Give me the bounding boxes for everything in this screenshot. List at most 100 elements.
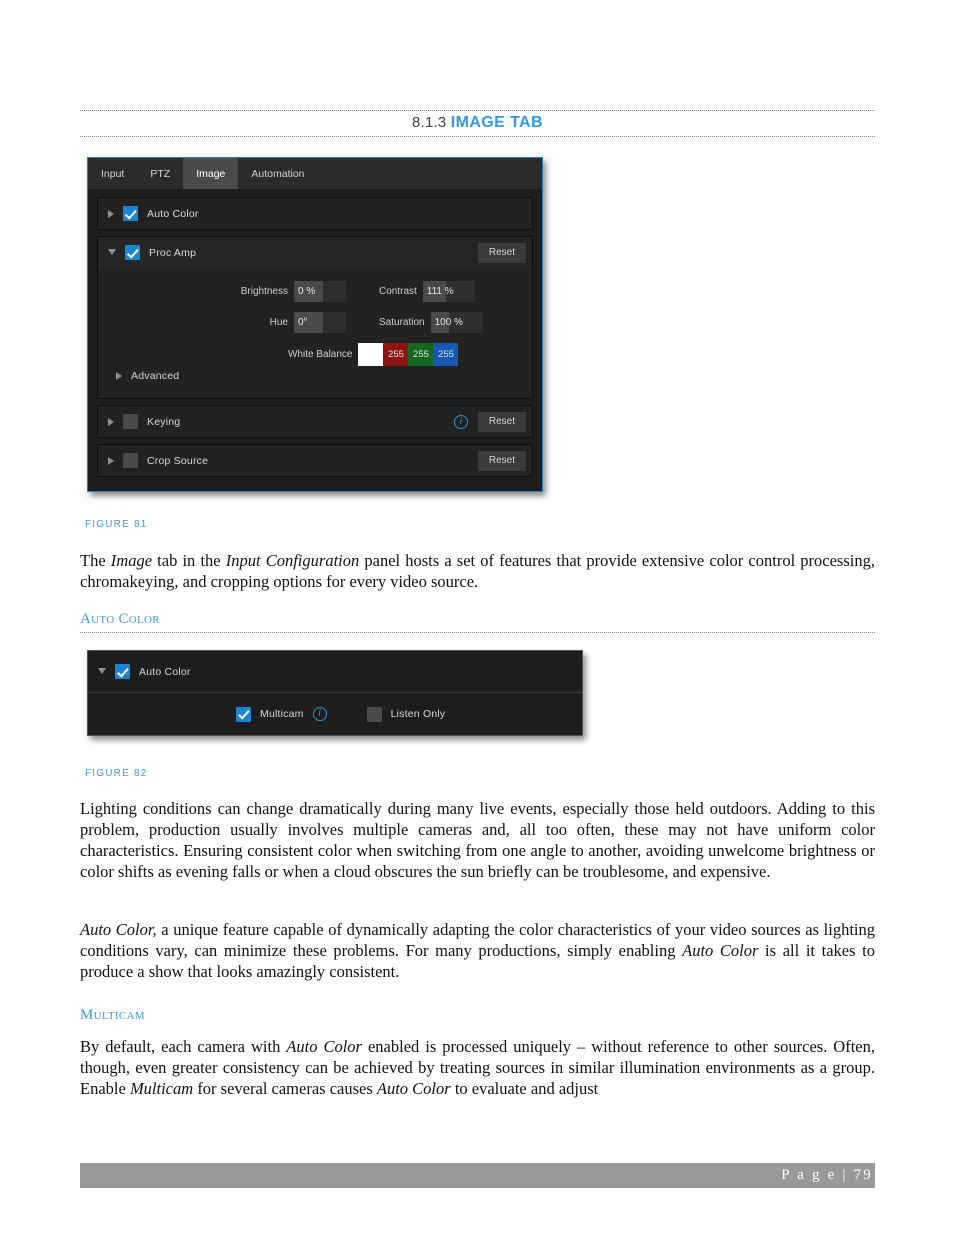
section-proc-amp-header[interactable]: Proc Amp Reset xyxy=(98,237,532,268)
info-icon[interactable]: i xyxy=(312,707,327,721)
brightness-value: 0 % xyxy=(298,286,316,297)
para3-em-auto-color: Auto Color, xyxy=(80,920,157,939)
hue-slider[interactable]: 0° xyxy=(294,312,346,333)
paragraph-auto-color-feature: Auto Color, a unique feature capable of … xyxy=(80,919,875,982)
contrast-slider[interactable]: 111 % xyxy=(422,281,475,302)
keying-reset-button[interactable]: Reset xyxy=(477,411,526,432)
brightness-control: Brightness 0 % xyxy=(98,281,346,302)
proc-amp-label: Proc Amp xyxy=(149,246,197,259)
document-page: 8.1.3 IMAGE TAB Input PTZ Image Automati… xyxy=(0,0,954,1235)
subheading-auto-color: Auto Color xyxy=(80,611,160,627)
para4-seg4: to evaluate and adjust xyxy=(450,1079,599,1098)
auto-color-checkbox[interactable] xyxy=(115,664,130,679)
contrast-value: 111 % xyxy=(426,286,454,297)
saturation-value: 100 % xyxy=(434,317,463,328)
proc-amp-row-2: Hue 0° Saturation 100 % xyxy=(98,312,532,333)
contrast-control: Contrast 111 % xyxy=(379,281,475,302)
subheading-multicam: Multicam xyxy=(80,1007,145,1023)
listen-only-checkbox[interactable] xyxy=(366,706,382,722)
multicam-option[interactable]: Multicam i xyxy=(236,706,327,722)
tab-image[interactable]: Image xyxy=(183,158,239,189)
section-keying-header[interactable]: Keying i Reset xyxy=(98,406,532,437)
section-advanced[interactable]: Advanced xyxy=(98,366,532,384)
panel-body: Auto Color Proc Amp Reset Brightness 0 %… xyxy=(88,191,542,492)
crop-source-checkbox[interactable] xyxy=(123,453,138,468)
page-footer: P a g e | 79 xyxy=(80,1163,875,1188)
saturation-slider[interactable]: 100 % xyxy=(430,312,483,333)
paragraph-image-tab-intro: The Image tab in the Input Configuration… xyxy=(80,550,875,592)
paragraph-lighting-conditions: Lighting conditions can change dramatica… xyxy=(80,799,875,881)
para4-seg3: for several cameras causes xyxy=(193,1079,377,1098)
auto-color-label: Auto Color xyxy=(139,665,191,678)
listen-only-option[interactable]: Listen Only xyxy=(366,706,446,722)
brightness-label: Brightness xyxy=(240,286,288,297)
saturation-label: Saturation xyxy=(379,317,425,328)
multicam-checkbox[interactable] xyxy=(236,706,251,722)
page-number: P a g e | 79 xyxy=(781,1167,873,1183)
listen-only-label: Listen Only xyxy=(390,708,446,720)
auto-color-header-row[interactable]: Auto Color xyxy=(88,651,582,693)
hue-control: Hue 0° xyxy=(98,312,346,333)
proc-amp-row-1: Brightness 0 % Contrast 111 % xyxy=(98,281,532,302)
section-proc-amp: Proc Amp Reset Brightness 0 % Contrast 1… xyxy=(97,236,533,399)
para1-seg1: The xyxy=(80,551,111,570)
figure-81-caption: FIGURE 81 xyxy=(85,519,148,530)
heading-number: 8.1.3 xyxy=(412,114,447,131)
chevron-down-icon[interactable] xyxy=(108,249,116,255)
advanced-label: Advanced xyxy=(131,370,180,382)
heading-line: 8.1.3 IMAGE TAB xyxy=(80,111,875,136)
para1-em-input-config: Input Configuration xyxy=(225,551,360,570)
heading-rule-bottom xyxy=(80,136,875,137)
hue-label: Hue xyxy=(269,317,288,328)
subheading-rule xyxy=(80,632,875,633)
section-heading: 8.1.3 IMAGE TAB xyxy=(80,110,875,137)
saturation-control: Saturation 100 % xyxy=(379,312,483,333)
white-balance-swatch-blue[interactable]: 255 xyxy=(433,343,459,366)
chevron-right-icon[interactable] xyxy=(108,209,114,218)
proc-amp-reset-button[interactable]: Reset xyxy=(477,242,526,263)
figure-81-image-tab-panel: Input PTZ Image Automation Auto Color Pr… xyxy=(87,157,543,492)
section-auto-color: Auto Color xyxy=(97,197,533,230)
figure-82-auto-color-panel: Auto Color Multicam i Listen Only xyxy=(87,650,583,736)
brightness-slider[interactable]: 0 % xyxy=(294,281,346,302)
para4-em-auto-color: Auto Color xyxy=(286,1037,362,1056)
auto-color-options-row: Multicam i Listen Only xyxy=(88,693,582,735)
chevron-right-icon[interactable] xyxy=(108,456,114,465)
white-balance-swatch-white[interactable] xyxy=(358,343,384,366)
proc-amp-checkbox[interactable] xyxy=(125,245,140,260)
white-balance-swatch-green[interactable]: 255 xyxy=(408,343,434,366)
page-title: IMAGE TAB xyxy=(450,114,543,131)
para4-seg1: By default, each camera with xyxy=(80,1037,287,1056)
subheading-auto-color-wrap: Auto Color xyxy=(80,611,875,633)
hue-value: 0° xyxy=(298,317,308,328)
white-balance-control: White Balance 255 255 255 xyxy=(98,343,532,366)
section-auto-color-header[interactable]: Auto Color xyxy=(98,198,532,229)
crop-source-reset-button[interactable]: Reset xyxy=(477,450,526,471)
multicam-label: Multicam xyxy=(260,708,304,720)
auto-color-checkbox[interactable] xyxy=(123,206,138,221)
info-icon[interactable]: i xyxy=(453,414,468,429)
white-balance-label: White Balance xyxy=(288,349,353,360)
section-crop-source: Crop Source Reset xyxy=(97,444,533,477)
keying-checkbox[interactable] xyxy=(123,414,138,429)
chevron-right-icon[interactable] xyxy=(116,372,122,380)
white-balance-swatch-red[interactable]: 255 xyxy=(383,343,409,366)
contrast-label: Contrast xyxy=(379,286,417,297)
proc-amp-controls: Brightness 0 % Contrast 111 % Hue 0° Sat… xyxy=(98,268,532,398)
subheading-multicam-wrap: Multicam xyxy=(80,1007,875,1028)
tab-bar: Input PTZ Image Automation xyxy=(88,158,542,191)
tab-input[interactable]: Input xyxy=(88,158,137,189)
para3-em-auto-color-2: Auto Color xyxy=(682,941,759,960)
tab-automation[interactable]: Automation xyxy=(238,158,317,189)
section-keying: Keying i Reset xyxy=(97,405,533,438)
chevron-right-icon[interactable] xyxy=(108,417,114,426)
crop-source-label: Crop Source xyxy=(147,454,209,467)
chevron-down-icon[interactable] xyxy=(98,668,106,674)
figure-82-caption: FIGURE 82 xyxy=(85,768,148,779)
keying-label: Keying xyxy=(147,415,181,428)
tab-ptz[interactable]: PTZ xyxy=(137,158,183,189)
auto-color-label: Auto Color xyxy=(147,207,199,220)
section-crop-source-header[interactable]: Crop Source Reset xyxy=(98,445,532,476)
paragraph-multicam-body: By default, each camera with Auto Color … xyxy=(80,1036,875,1099)
para4-em-auto-color-2: Auto Color xyxy=(376,1079,451,1098)
